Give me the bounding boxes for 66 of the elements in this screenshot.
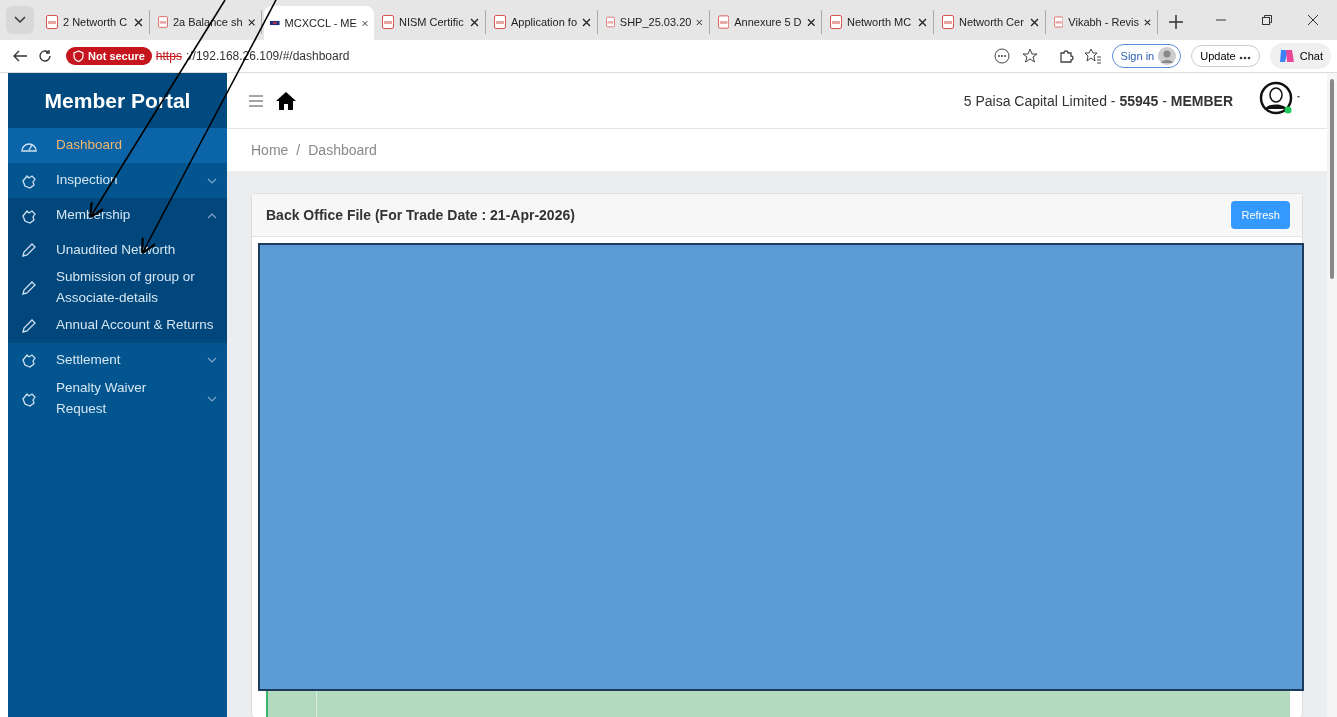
close-icon[interactable] xyxy=(918,17,927,27)
browser-tab[interactable]: Vikabh - Revis xyxy=(1048,10,1158,34)
chevron-down-icon xyxy=(207,177,217,184)
chevron-down-icon xyxy=(207,357,217,364)
chat-button[interactable]: Chat xyxy=(1269,43,1331,69)
favorites-icon[interactable] xyxy=(1083,48,1102,64)
pdf-file-icon xyxy=(1054,15,1064,29)
browser-tab[interactable]: MCXCCL - ME xyxy=(264,6,374,40)
close-icon[interactable] xyxy=(1144,17,1151,27)
restore-icon[interactable] xyxy=(1261,14,1273,26)
close-icon[interactable] xyxy=(1307,14,1319,26)
browser-tab[interactable]: Networth Cer xyxy=(936,10,1046,34)
reload-icon[interactable] xyxy=(38,49,52,63)
scrollbar[interactable] xyxy=(1327,73,1337,717)
tab-list-button[interactable] xyxy=(6,6,34,34)
breadcrumb-link[interactable]: Home xyxy=(251,142,289,158)
pdf-file-icon xyxy=(494,15,506,29)
pdf-file-icon xyxy=(158,15,168,29)
shield-icon xyxy=(73,50,84,62)
sidebar-item[interactable]: Penalty Waiver Request xyxy=(8,377,227,420)
pdf-file-icon xyxy=(942,15,954,29)
back-icon[interactable] xyxy=(12,49,28,63)
breadcrumb-separator: / xyxy=(296,142,301,158)
browser-tab[interactable]: Application fo xyxy=(488,10,598,34)
site-logo-icon xyxy=(270,19,280,27)
close-icon[interactable] xyxy=(696,17,703,27)
close-icon[interactable] xyxy=(582,17,591,27)
chevron-down-icon xyxy=(14,16,26,24)
home-icon[interactable] xyxy=(275,90,297,111)
close-icon[interactable] xyxy=(1030,17,1039,27)
more-icon xyxy=(1238,56,1251,60)
security-badge[interactable]: Not secure xyxy=(66,47,152,65)
update-button[interactable]: Update xyxy=(1191,45,1260,67)
pdf-file-icon xyxy=(830,15,842,29)
close-icon[interactable] xyxy=(470,17,479,27)
pdf-file-icon xyxy=(382,15,394,29)
avatar-icon[interactable] xyxy=(1259,80,1303,117)
user-icon xyxy=(1158,47,1177,65)
pdf-file-icon xyxy=(718,15,730,29)
browser-tab[interactable]: Networth MC xyxy=(824,10,934,34)
member-info: 5 Paisa Capital Limited - 55945 - MEMBER xyxy=(963,92,1233,109)
portal-title: Member Portal xyxy=(8,73,227,128)
sign-in-button[interactable]: Sign in xyxy=(1111,44,1182,68)
sidebar-item[interactable]: Settlement xyxy=(8,342,227,378)
hand-icon xyxy=(20,352,38,369)
browser-tab[interactable]: Annexure 5 D xyxy=(712,10,822,34)
browser-tab[interactable]: 2 Networth C xyxy=(40,10,150,34)
card-title: Back Office File (For Trade Date : 21-Apr-2026) xyxy=(266,207,575,223)
new-tab-icon[interactable] xyxy=(1168,14,1184,30)
star-icon[interactable] xyxy=(1021,48,1038,64)
browser-tab[interactable]: NISM Certific xyxy=(376,10,486,34)
puzzle-icon[interactable] xyxy=(1057,48,1074,64)
pencil-icon xyxy=(20,241,38,259)
sidebar-subitem[interactable]: Submission of group or Associate-details xyxy=(8,267,227,309)
breadcrumb-link[interactable]: Dashboard xyxy=(308,142,377,158)
sidebar-item[interactable]: Membership xyxy=(8,198,227,233)
close-icon[interactable] xyxy=(806,17,815,27)
pdf-file-icon xyxy=(46,15,58,29)
close-icon[interactable] xyxy=(134,17,143,27)
close-icon[interactable] xyxy=(247,17,255,27)
more-icon[interactable] xyxy=(993,48,1010,64)
chevron-down-icon xyxy=(207,395,217,402)
pdf-file-icon xyxy=(606,15,615,29)
chevron-up-icon xyxy=(207,212,217,219)
sidebar-subitem[interactable]: Annual Account & Returns xyxy=(8,308,227,343)
browser-tab[interactable]: SHP_25.03.20 xyxy=(600,10,710,34)
